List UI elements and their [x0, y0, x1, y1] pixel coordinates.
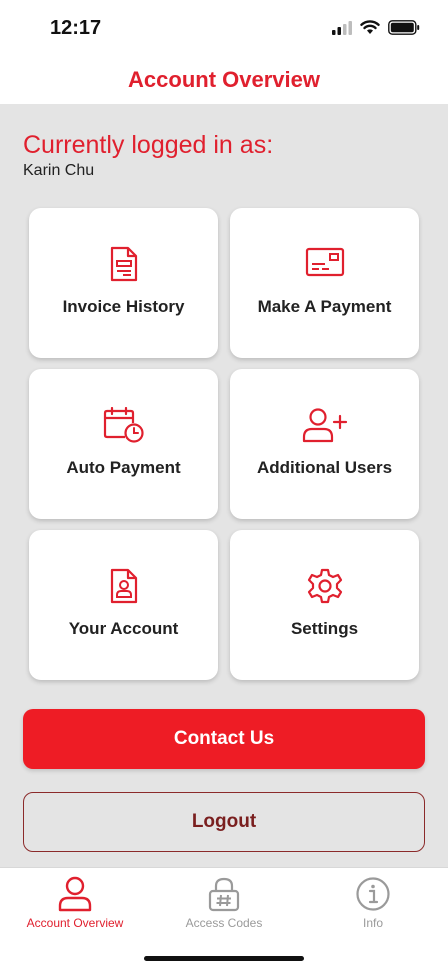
auto-payment-tile[interactable]: Auto Payment [29, 369, 218, 519]
invoice-icon [110, 246, 137, 282]
cellular-signal-icon [332, 20, 352, 35]
account-badge-icon [110, 568, 137, 604]
logout-button[interactable]: Logout [23, 792, 425, 852]
tab-access-codes-label: Access Codes [185, 916, 263, 930]
logged-in-user: Karin Chu [23, 162, 95, 179]
your-account-label: Your Account [68, 619, 179, 638]
invoice-history-label: Invoice History [62, 297, 185, 316]
make-a-payment-tile[interactable]: Make A Payment [230, 208, 419, 358]
page-title: Account Overview [128, 67, 320, 92]
credit-card-icon [305, 247, 344, 277]
main-content: Currently logged in as: Karin Chu Invoic… [0, 104, 448, 867]
tab-account-overview[interactable]: Account Overview [0, 876, 150, 940]
status-time: 12:17 [50, 17, 102, 39]
additional-users-label: Additional Users [256, 458, 393, 477]
settings-tile[interactable]: Settings [230, 530, 419, 680]
tab-info[interactable]: Info [298, 876, 448, 940]
calendar-clock-icon [103, 407, 144, 443]
tab-info-label: Info [362, 916, 383, 930]
home-indicator [144, 956, 304, 961]
nav-header: Account Overview [0, 58, 448, 104]
login-label: Currently logged in as: [23, 131, 274, 159]
info-icon [356, 877, 390, 911]
tab-access-codes[interactable]: Access Codes [149, 876, 299, 940]
gear-icon [307, 568, 342, 604]
make-a-payment-label: Make A Payment [257, 297, 392, 316]
tab-bar: Account Overview Access Codes Info [0, 867, 448, 971]
lock-hash-icon [208, 877, 240, 912]
contact-us-button[interactable]: Contact Us [23, 709, 425, 769]
your-account-tile[interactable]: Your Account [29, 530, 218, 680]
settings-label: Settings [290, 619, 359, 638]
battery-icon [388, 20, 420, 35]
additional-users-tile[interactable]: Additional Users [230, 369, 419, 519]
tab-account-overview-label: Account Overview [26, 916, 124, 930]
add-user-icon [302, 408, 347, 443]
auto-payment-label: Auto Payment [66, 458, 181, 477]
wifi-icon [360, 20, 380, 34]
status-icons [332, 20, 420, 35]
status-bar: 12:17 [0, 0, 448, 58]
user-icon [58, 876, 92, 912]
invoice-history-tile[interactable]: Invoice History [29, 208, 218, 358]
